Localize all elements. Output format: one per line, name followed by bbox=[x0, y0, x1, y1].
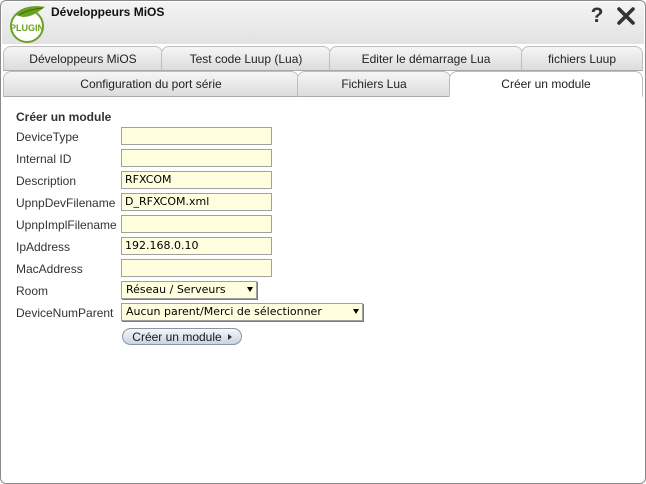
create-module-button[interactable]: Créer un module bbox=[122, 328, 242, 345]
field-row-ipaddress: IpAddress 192.168.0.10 bbox=[16, 237, 636, 257]
field-row-macaddress: MacAddress bbox=[16, 259, 636, 279]
chevron-down-icon bbox=[247, 287, 253, 292]
ipaddress-label: IpAddress bbox=[16, 240, 71, 254]
field-row-devicenumparent: DeviceNumParent Aucun parent/Merci de sé… bbox=[16, 303, 636, 323]
tab-creer-un-module[interactable]: Créer un module bbox=[449, 71, 643, 97]
tab-test-code-luup[interactable]: Test code Luup (Lua) bbox=[161, 46, 331, 71]
tab-developpeurs-mios[interactable]: Développeurs MiOS bbox=[3, 46, 163, 71]
close-icon[interactable] bbox=[615, 5, 637, 27]
field-row-internal-id: Internal ID bbox=[16, 149, 636, 169]
macaddress-input[interactable] bbox=[121, 259, 272, 277]
plugin-logo-icon: PLUGIN bbox=[10, 6, 45, 43]
upnpimplfilename-label: UpnpImplFilename bbox=[16, 218, 117, 232]
devicenumparent-label: DeviceNumParent bbox=[16, 306, 114, 320]
field-row-upnpdevfilename: UpnpDevFilename D_RFXCOM.xml bbox=[16, 193, 636, 213]
section-title: Créer un module bbox=[16, 110, 112, 124]
devicenumparent-select[interactable]: Aucun parent/Merci de sélectionner bbox=[121, 303, 363, 321]
devicetype-input[interactable] bbox=[121, 127, 272, 145]
macaddress-label: MacAddress bbox=[16, 262, 83, 276]
tab-fichiers-luup[interactable]: fichiers Luup bbox=[521, 46, 643, 71]
tab-row-secondary: Configuration du port série Fichiers Lua… bbox=[3, 71, 643, 97]
field-row-upnpimplfilename: UpnpImplFilename bbox=[16, 215, 636, 235]
devicenumparent-selected-value: Aucun parent/Merci de sélectionner bbox=[126, 305, 322, 318]
internal-id-input[interactable] bbox=[121, 149, 272, 167]
description-label: Description bbox=[16, 174, 77, 188]
field-row-room: Room Réseau / Serveurs bbox=[16, 281, 636, 301]
devicetype-label: DeviceType bbox=[16, 130, 79, 144]
window-title: Développeurs MiOS bbox=[51, 5, 165, 19]
upnpdevfilename-label: UpnpDevFilename bbox=[16, 196, 116, 210]
field-row-description: Description RFXCOM bbox=[16, 171, 636, 191]
help-button[interactable]: ? bbox=[587, 4, 607, 28]
tab-fichiers-lua[interactable]: Fichiers Lua bbox=[297, 71, 451, 97]
create-module-panel: Créer un module DeviceType Internal ID D… bbox=[3, 97, 643, 483]
tab-editer-demarrage[interactable]: Editer le démarrage Lua bbox=[329, 46, 523, 71]
dialog-window: PLUGIN Développeurs MiOS ? Développeurs … bbox=[0, 0, 646, 484]
chevron-down-icon bbox=[353, 309, 359, 314]
tab-configuration-port-serie[interactable]: Configuration du port série bbox=[3, 71, 299, 97]
tab-row-primary: Développeurs MiOS Test code Luup (Lua) E… bbox=[3, 46, 643, 71]
title-bar: PLUGIN Développeurs MiOS ? bbox=[2, 2, 644, 44]
svg-text:PLUGIN: PLUGIN bbox=[10, 23, 44, 33]
internal-id-label: Internal ID bbox=[16, 152, 72, 166]
ipaddress-input[interactable]: 192.168.0.10 bbox=[121, 237, 272, 255]
upnpimplfilename-input[interactable] bbox=[121, 215, 272, 233]
create-module-button-label: Créer un module bbox=[132, 329, 222, 344]
field-row-devicetype: DeviceType bbox=[16, 127, 636, 147]
room-selected-value: Réseau / Serveurs bbox=[126, 283, 226, 296]
room-label: Room bbox=[16, 284, 49, 298]
upnpdevfilename-input[interactable]: D_RFXCOM.xml bbox=[121, 193, 272, 211]
arrow-right-icon bbox=[227, 333, 232, 340]
description-input[interactable]: RFXCOM bbox=[121, 171, 272, 189]
room-select[interactable]: Réseau / Serveurs bbox=[121, 281, 257, 299]
